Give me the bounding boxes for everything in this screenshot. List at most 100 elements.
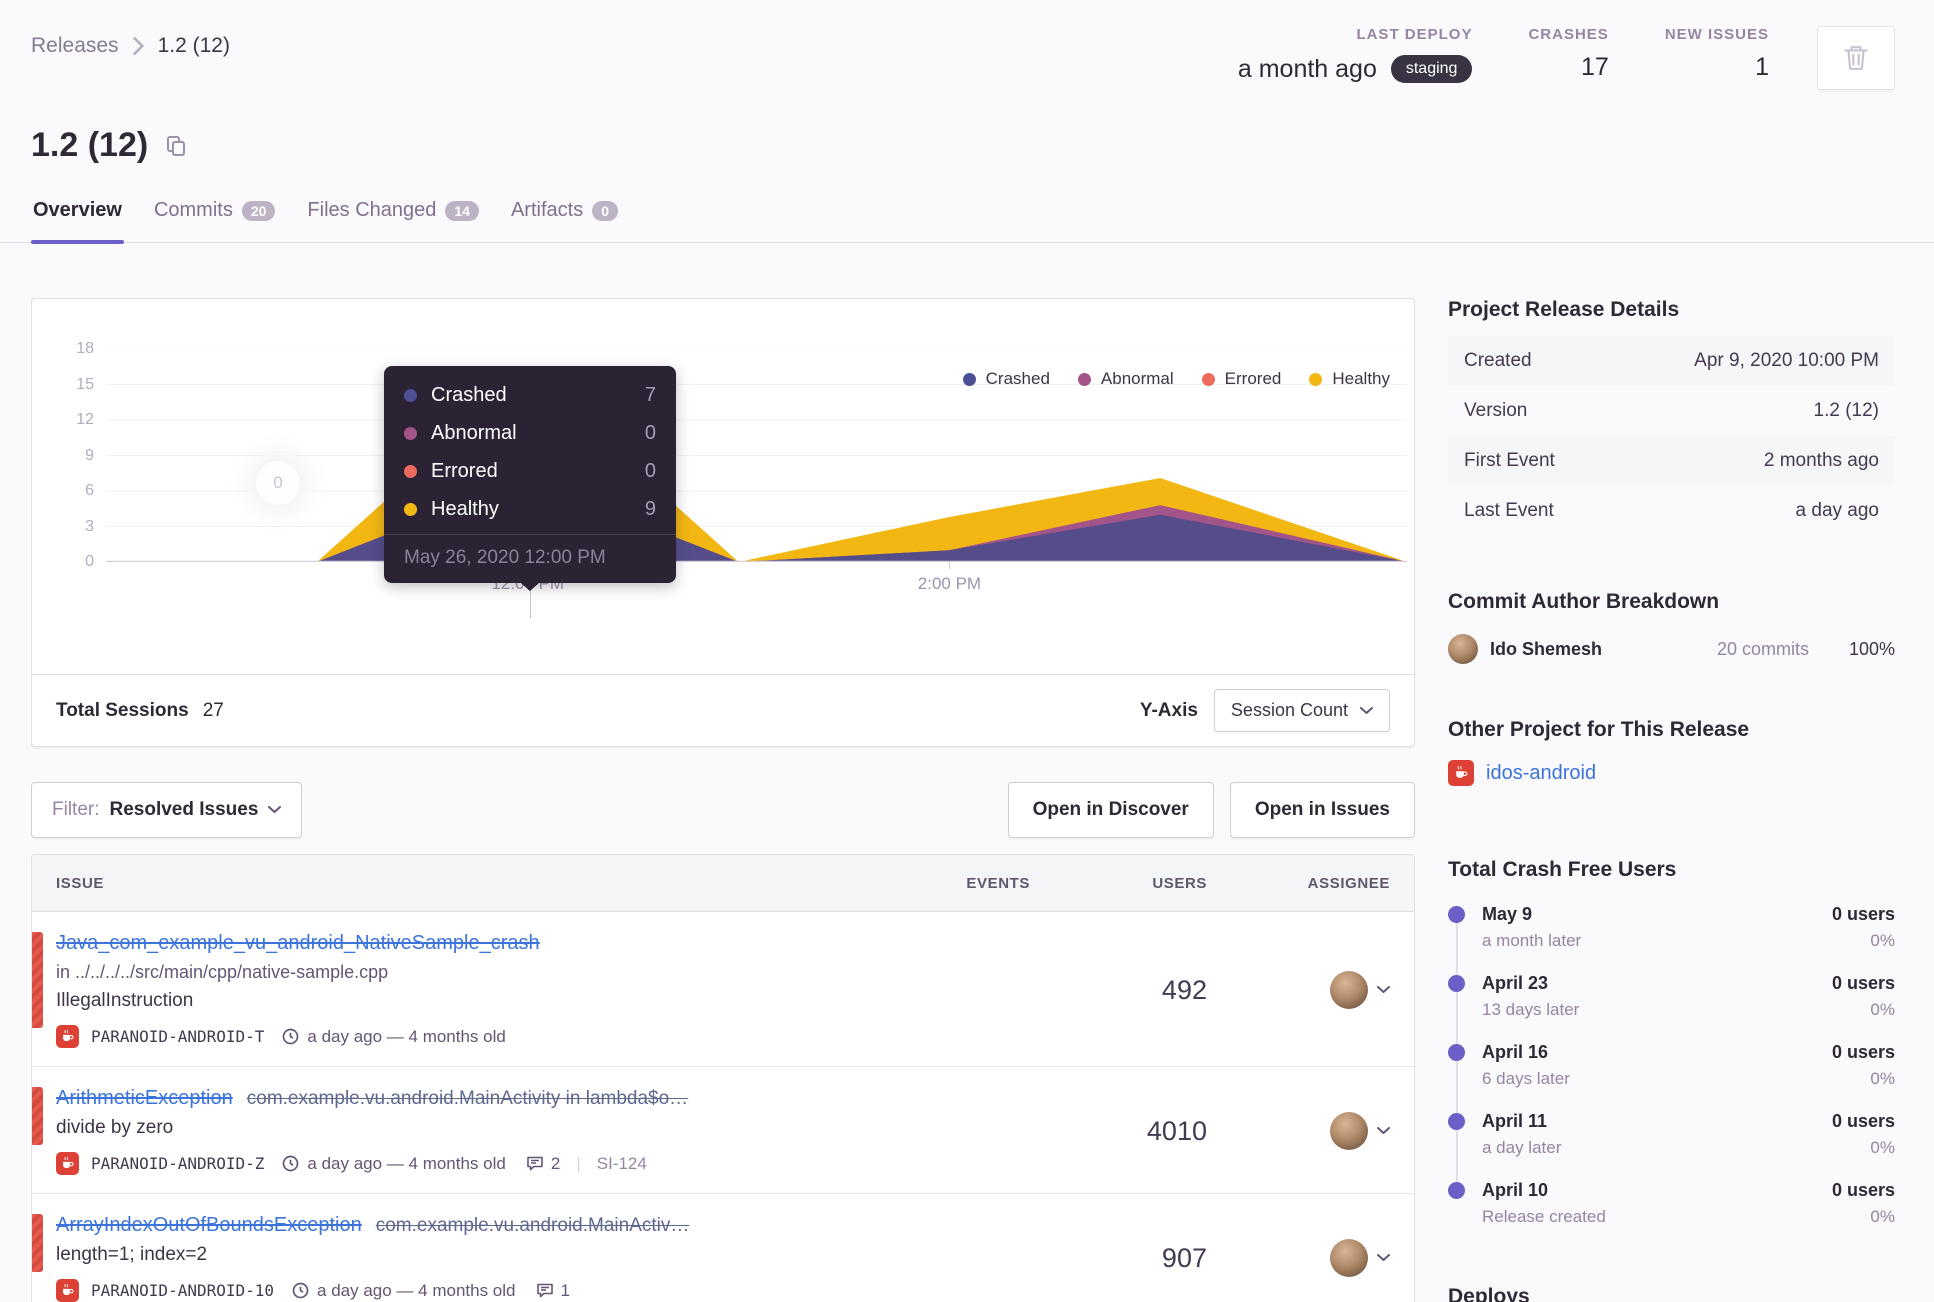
timeline-item: May 90 users a month later 0%: [1448, 904, 1895, 951]
legend-item-abnormal[interactable]: Abnormal: [1077, 369, 1174, 389]
tooltip-row: Healthy 9: [384, 490, 676, 528]
meta-divider: |: [576, 1153, 581, 1173]
stat-label: LAST DEPLOY: [1356, 26, 1473, 43]
assignee-dropdown[interactable]: [1330, 971, 1390, 1009]
tab-commits[interactable]: Commits 20: [152, 195, 277, 242]
column-header-assignee: ASSIGNEE: [1307, 874, 1390, 892]
trash-icon: [1844, 46, 1868, 70]
yaxis-select[interactable]: Session Count: [1213, 689, 1390, 732]
timeline-item: April 16 0 users 6 days later 0%: [1448, 1042, 1895, 1089]
section-heading: Other Project for This Release: [1448, 718, 1750, 741]
issue-title-link[interactable]: ArithmeticException: [56, 1087, 233, 1110]
environment-badge: staging: [1390, 55, 1473, 83]
page-header: Releases 1.2 (12) LAST DEPLOY a month ag…: [0, 0, 1934, 244]
chart-footer: Total Sessions 27 Y-Axis Session Count: [32, 674, 1414, 746]
project-slug: PARANOID-ANDROID-Z: [91, 1154, 265, 1173]
chevron-down-icon: [268, 806, 282, 813]
yaxis-label: Y-Axis: [1139, 699, 1198, 721]
healthy-dot-icon: [1309, 372, 1323, 386]
breadcrumb-releases-link[interactable]: Releases: [31, 34, 119, 58]
tooltip-row: Abnormal 0: [384, 414, 676, 452]
issue-comments: 1: [536, 1281, 570, 1301]
section-heading: Deploys: [1448, 1285, 1530, 1302]
tab-count-badge: 20: [241, 200, 276, 221]
author-avatar: [1448, 634, 1478, 664]
filter-dropdown[interactable]: Filter: Resolved Issues: [31, 782, 303, 838]
issues-toolbar: Filter: Resolved Issues Open in Discover…: [31, 782, 1415, 838]
tab-label: Overview: [33, 199, 122, 221]
tab-count-badge: 14: [445, 200, 479, 221]
assignee-dropdown[interactable]: [1330, 1239, 1390, 1277]
tab-bar: Overview Commits 20 Files Changed 14 Artif…: [31, 195, 1895, 244]
timeline-dot-icon: [1448, 906, 1465, 923]
column-header-events: EVENTS: [966, 874, 1030, 892]
other-project-link[interactable]: idos-android: [1486, 762, 1596, 785]
issue-title-link[interactable]: Java_com_example_vu_android_NativeSample…: [56, 932, 540, 955]
issue-events-count: 90: [1161, 1242, 1192, 1273]
copy-version-button[interactable]: [164, 133, 188, 159]
assignee-dropdown[interactable]: [1330, 1112, 1390, 1150]
author-name: Ido Shemesh: [1490, 638, 1603, 659]
issue-events-count: 40: [1146, 1115, 1177, 1146]
open-in-discover-button[interactable]: Open in Discover: [1007, 782, 1214, 838]
errored-dot-icon: [1201, 372, 1215, 386]
y-axis-tick-label: 3: [85, 517, 94, 535]
section-heading: Commit Author Breakdown: [1448, 590, 1720, 613]
legend-item-crashed[interactable]: Crashed: [962, 369, 1050, 389]
stat-label: CRASHES: [1528, 26, 1609, 43]
legend-label: Crashed: [985, 369, 1050, 388]
chart-legend: Crashed Abnormal Errored Healthy: [962, 369, 1390, 389]
delete-release-button[interactable]: [1817, 26, 1895, 90]
total-sessions-label: Total Sessions: [56, 699, 189, 721]
y-axis-tick-label: 12: [76, 411, 94, 428]
issues-table: ISSUE EVENTS USERS ASSIGNEE Java_com_exa…: [31, 854, 1415, 1302]
timeline-dot-icon: [1448, 1044, 1465, 1061]
tab-overview[interactable]: Overview: [31, 195, 124, 244]
detail-row: Version 1.2 (12): [1464, 400, 1879, 421]
section-heading: Total Crash Free Users: [1448, 858, 1677, 881]
tab-label: Files Changed: [307, 199, 437, 221]
project-slug: PARANOID-ANDROID-10: [91, 1281, 275, 1300]
clock-icon: [292, 1282, 309, 1299]
y-axis-tick-label: 15: [76, 375, 94, 393]
crash-free-users-section: Total Crash Free Users May 90 users a mo…: [1448, 858, 1895, 1227]
y-axis-tick-label: 0: [85, 553, 94, 570]
assignee-avatar: [1330, 1112, 1368, 1150]
timeline-item: April 23 0 users 13 days later 0%: [1448, 973, 1895, 1020]
author-percent: 100%: [1848, 638, 1895, 659]
zero-data-label: 0: [256, 461, 300, 505]
legend-item-healthy[interactable]: Healthy: [1309, 369, 1390, 389]
copy-icon: [167, 135, 186, 156]
tooltip-arrow: [521, 583, 539, 591]
project-platform-icon: [1448, 760, 1474, 786]
column-header-issue: ISSUE: [56, 874, 105, 892]
coffee-cup-icon: [63, 1284, 74, 1295]
filter-label: Filter:: [52, 799, 100, 820]
tab-label: Commits: [153, 199, 233, 221]
issue-culprit: com.example.vu.android.MainActiv…: [375, 1215, 690, 1236]
page-title: 1.2 (12): [31, 126, 149, 164]
tooltip-row: Crashed 7: [384, 376, 676, 414]
release-sidebar: Project Release Details Created Apr 9, 20…: [1448, 298, 1895, 1302]
other-project-section: Other Project for This Release idos-andr…: [1448, 718, 1895, 786]
tab-count-badge: 0: [592, 200, 619, 221]
project-platform-icon: [56, 1025, 79, 1048]
chevron-down-icon: [1377, 1127, 1390, 1134]
timeline-dot-icon: [1448, 975, 1465, 992]
y-axis-tick-label: 9: [85, 446, 94, 464]
chevron-right-icon: [132, 37, 144, 55]
tab-artifacts[interactable]: Artifacts 0: [509, 195, 620, 242]
issue-age: a day ago — 4 months old: [307, 1026, 506, 1046]
section-heading: Project Release Details: [1448, 298, 1680, 321]
issue-level-indicator: [32, 1087, 43, 1145]
y-axis-tick-label: 18: [76, 340, 94, 357]
issue-users-count: 10: [1176, 1115, 1207, 1146]
tab-files-changed[interactable]: Files Changed 14: [305, 195, 481, 242]
y-axis-tick-label: 6: [85, 482, 94, 499]
issue-title-link[interactable]: ArrayIndexOutOfBoundsException: [56, 1214, 362, 1237]
legend-item-errored[interactable]: Errored: [1201, 369, 1281, 389]
open-in-issues-button[interactable]: Open in Issues: [1229, 782, 1415, 838]
assignee-avatar: [1330, 1239, 1368, 1277]
project-release-details-section: Project Release Details Created Apr 9, 20…: [1448, 298, 1895, 536]
author-row: Ido Shemesh 20 commits 100%: [1448, 634, 1895, 664]
